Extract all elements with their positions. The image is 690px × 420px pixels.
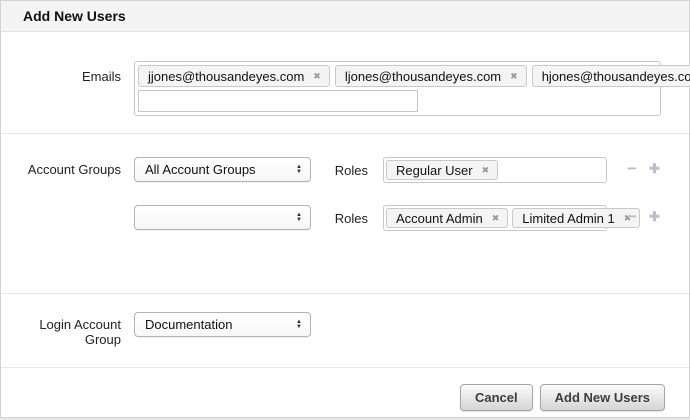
emails-label: Emails xyxy=(1,61,134,84)
remove-tag-icon[interactable]: ✖ xyxy=(492,214,500,223)
account-group-select[interactable]: ▲ ▼ xyxy=(134,205,311,230)
account-group-row: Account Groups All Account Groups ▲ ▼ Ro… xyxy=(1,157,689,183)
add-new-users-panel: Add New Users Emails jjones@thousandeyes… xyxy=(0,0,690,418)
email-tag: ljones@thousandeyes.com ✖ xyxy=(335,65,527,87)
remove-tag-icon[interactable]: ✖ xyxy=(482,166,490,175)
login-account-group-select-value: Documentation xyxy=(145,317,232,332)
emails-tagbox[interactable]: jjones@thousandeyes.com ✖ ljones@thousan… xyxy=(134,61,661,116)
account-groups-label: Account Groups xyxy=(1,157,134,177)
select-arrows-icon: ▲ ▼ xyxy=(296,165,302,175)
email-tag: hjones@thousandeyes.com ✖ xyxy=(532,65,690,87)
panel-header: Add New Users xyxy=(1,1,689,32)
email-tag-text: ljones@thousandeyes.com xyxy=(345,69,501,84)
email-input[interactable] xyxy=(138,90,418,112)
add-row-icon[interactable]: ✚ xyxy=(649,160,660,178)
account-group-select-value: All Account Groups xyxy=(145,162,256,177)
remove-tag-icon[interactable]: ✖ xyxy=(510,72,518,81)
remove-tag-icon[interactable]: ✖ xyxy=(313,72,321,81)
select-arrows-icon: ▲ ▼ xyxy=(296,320,302,330)
account-group-row: ▲ ▼ Roles Account Admin ✖ Limited Admin … xyxy=(1,205,689,231)
role-tag-text: Regular User xyxy=(396,163,473,178)
page-title: Add New Users xyxy=(23,8,126,24)
email-tag-text: jjones@thousandeyes.com xyxy=(148,69,304,84)
roles-tagbox[interactable]: Account Admin ✖ Limited Admin 1 ✖ xyxy=(383,205,607,231)
role-tag-text: Limited Admin 1 xyxy=(522,211,615,226)
account-groups-section: Account Groups All Account Groups ▲ ▼ Ro… xyxy=(1,134,689,294)
role-tag: Regular User ✖ xyxy=(386,160,498,180)
remove-row-icon[interactable]: − xyxy=(627,208,637,226)
remove-row-icon[interactable]: − xyxy=(627,160,637,178)
roles-label: Roles xyxy=(326,205,383,226)
email-tag-text: hjones@thousandeyes.com xyxy=(542,69,690,84)
panel-footer: Cancel Add New Users xyxy=(1,368,689,411)
cancel-button[interactable]: Cancel xyxy=(460,384,533,411)
role-tag-text: Account Admin xyxy=(396,211,483,226)
email-tag: jjones@thousandeyes.com ✖ xyxy=(138,65,330,87)
login-account-group-label: Login Account Group xyxy=(1,312,134,347)
login-account-group-select[interactable]: Documentation ▲ ▼ xyxy=(134,312,311,337)
account-groups-label-spacer xyxy=(1,205,134,210)
add-row-icon[interactable]: ✚ xyxy=(649,208,660,226)
select-arrows-icon: ▲ ▼ xyxy=(296,213,302,223)
account-group-select[interactable]: All Account Groups ▲ ▼ xyxy=(134,157,311,182)
roles-label: Roles xyxy=(326,157,383,178)
role-tag: Account Admin ✖ xyxy=(386,208,508,228)
roles-tagbox[interactable]: Regular User ✖ xyxy=(383,157,607,183)
add-new-users-button[interactable]: Add New Users xyxy=(540,384,665,411)
login-account-group-section: Login Account Group Documentation ▲ ▼ xyxy=(1,294,689,368)
role-tag: Limited Admin 1 ✖ xyxy=(512,208,640,228)
emails-section: Emails jjones@thousandeyes.com ✖ ljones@… xyxy=(1,32,689,134)
